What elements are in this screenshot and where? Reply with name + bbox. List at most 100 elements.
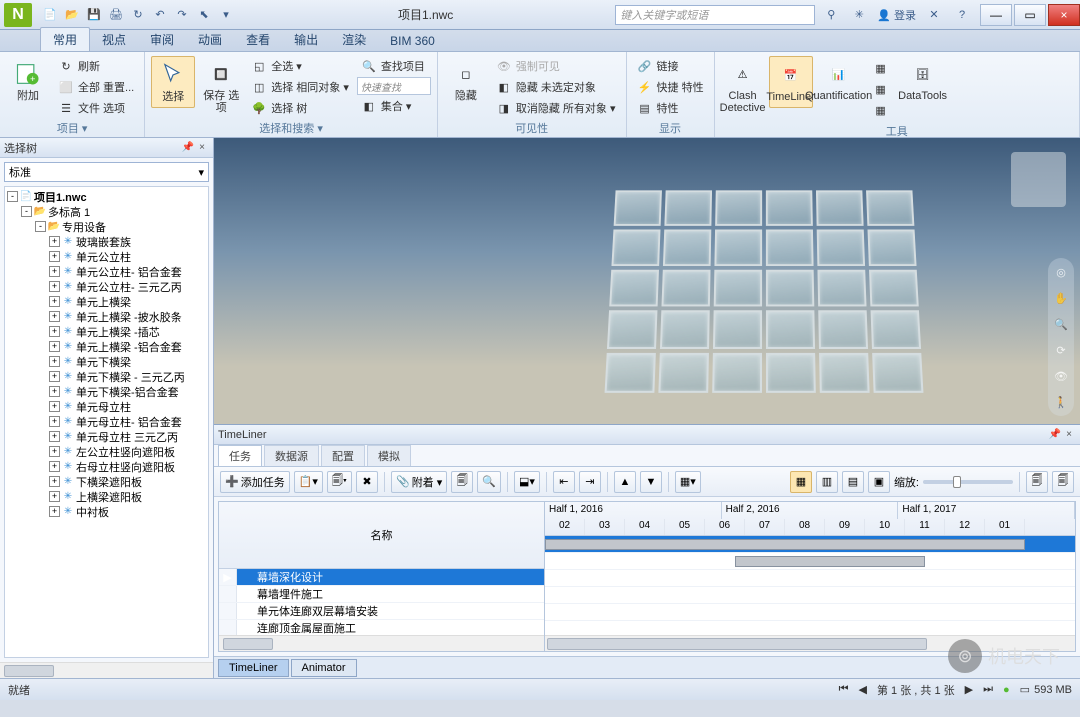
find-items-button[interactable]: 🔍查找项目 [357, 56, 431, 76]
expand-toggle[interactable]: + [49, 416, 60, 427]
ribbon-tab-5[interactable]: 输出 [282, 28, 330, 51]
row-handle[interactable] [219, 603, 237, 619]
gantt-bar[interactable] [545, 539, 1025, 550]
tree-node[interactable]: +✳玻璃嵌套族 [7, 234, 206, 249]
expand-toggle[interactable]: + [49, 356, 60, 367]
export-1[interactable]: 🗐 [1026, 471, 1048, 493]
expand-toggle[interactable]: + [49, 326, 60, 337]
zoom-slider[interactable] [923, 480, 1013, 484]
tree-node[interactable]: +✳单元上横梁 -插芯 [7, 324, 206, 339]
tree-node[interactable]: +✳单元公立柱- 三元乙丙 [7, 279, 206, 294]
qat-down-icon[interactable]: ▾ [216, 5, 236, 25]
save-select-button[interactable]: 🔲 保存 选项 [199, 56, 243, 118]
tree-node[interactable]: +✳单元母立柱- 铝合金套 [7, 414, 206, 429]
close-icon[interactable]: × [195, 141, 209, 155]
unhide-all-button[interactable]: ◨取消隐藏 所有对象 ▾ [492, 98, 620, 118]
nav-last-icon[interactable]: ⏭ [983, 683, 993, 696]
qat-select-icon[interactable]: ⬉ [194, 5, 214, 25]
zoom-icon[interactable]: 🔍 [1051, 314, 1071, 334]
ribbon-tab-3[interactable]: 动画 [186, 28, 234, 51]
walk-icon[interactable]: 🚶 [1051, 392, 1071, 412]
task-hscroll[interactable] [219, 635, 544, 651]
clash-detective-button[interactable]: ⚠Clash Detective [721, 56, 765, 118]
delete-task-button[interactable]: ✖ [356, 471, 378, 493]
tree-node[interactable]: +✳单元下横梁-铝合金套 [7, 384, 206, 399]
view-mode-1[interactable]: ▦ [790, 471, 812, 493]
tl-tab-3[interactable]: 模拟 [367, 445, 411, 466]
tl-tab-1[interactable]: 数据源 [264, 445, 319, 466]
ribbon-tab-1[interactable]: 视点 [90, 28, 138, 51]
tree-node[interactable]: +✳单元下横梁 [7, 354, 206, 369]
ribbon-tab-6[interactable]: 渲染 [330, 28, 378, 51]
expand-toggle[interactable]: + [49, 506, 60, 517]
quantification-button[interactable]: 📊Quantification [817, 56, 861, 106]
title-search-icon[interactable]: ⚲ [821, 5, 841, 25]
select-button[interactable]: 选择 [151, 56, 195, 108]
expand-toggle[interactable]: + [49, 476, 60, 487]
move-up-button[interactable]: ▲ [614, 471, 636, 493]
tree-node[interactable]: +✳单元公立柱- 铝合金套 [7, 264, 206, 279]
row-handle[interactable]: ▶ [219, 569, 237, 585]
expand-toggle[interactable]: + [49, 266, 60, 277]
hide-button[interactable]: ◻ 隐藏 [444, 56, 488, 106]
select-same-button[interactable]: ◫选择 相同对象 ▾ [247, 77, 353, 97]
tree-node[interactable]: +✳中衬板 [7, 504, 206, 519]
task-tool-2[interactable]: 🗐▾ [327, 471, 352, 493]
sets-button[interactable]: ◧集合 ▾ [357, 96, 431, 116]
close-icon[interactable]: × [1062, 428, 1076, 442]
gantt-row[interactable] [545, 570, 1075, 587]
require-vis-button[interactable]: 👁强制可见 [492, 56, 620, 76]
tree-node[interactable]: -📄项目1.nwc [7, 189, 206, 204]
tree-node[interactable]: +✳上横梁遮阳板 [7, 489, 206, 504]
nav-prev-icon[interactable]: ◀ [859, 683, 867, 696]
move-down-button[interactable]: ▼ [640, 471, 662, 493]
title-cloud-icon[interactable]: ✕ [924, 5, 944, 25]
task-row[interactable]: 幕墙埋件施工 [219, 586, 544, 603]
tool-b[interactable]: 🔍 [477, 471, 501, 493]
expand-toggle[interactable]: + [49, 386, 60, 397]
expand-toggle[interactable]: - [7, 191, 18, 202]
tl-tab-2[interactable]: 配置 [321, 445, 365, 466]
help-search-input[interactable]: 键入关键字或短语 [615, 5, 815, 25]
ribbon-tab-2[interactable]: 审阅 [138, 28, 186, 51]
select-all-button[interactable]: ◱全选 ▾ [247, 56, 353, 76]
expand-toggle[interactable]: + [49, 341, 60, 352]
gantt-row[interactable] [545, 621, 1075, 635]
ribbon-tab-7[interactable]: BIM 360 [378, 31, 447, 51]
bottom-tab-0[interactable]: TimeLiner [218, 659, 289, 677]
expand-toggle[interactable]: + [49, 236, 60, 247]
reset-all-button[interactable]: ⬜全部 重置... [54, 77, 138, 97]
qat-save-icon[interactable]: 💾 [84, 5, 104, 25]
tool-c[interactable]: ⬓▾ [514, 471, 540, 493]
indent-in-button[interactable]: ⇥ [579, 471, 601, 493]
task-tool-1[interactable]: 📋▾ [294, 471, 323, 493]
quick-find-input[interactable]: 快速查找 [357, 77, 431, 95]
qat-new-icon[interactable]: 📄 [40, 5, 60, 25]
file-options-button[interactable]: ☰文件 选项 [54, 98, 138, 118]
3d-viewport[interactable]: ◎ ✋ 🔍 ⟳ 👁 🚶 [214, 138, 1080, 424]
props-button[interactable]: ▤特性 [633, 98, 708, 118]
tree-node[interactable]: +✳单元上横梁 -披水胶条 [7, 309, 206, 324]
window-maximize-button[interactable]: ▭ [1014, 4, 1046, 26]
pin-icon[interactable]: 📌 [181, 141, 195, 155]
links-button[interactable]: 🔗链接 [633, 56, 708, 76]
task-row[interactable]: 单元体连廊双层幕墙安装 [219, 603, 544, 620]
append-button[interactable]: + 附加 [6, 56, 50, 106]
hide-unsel-button[interactable]: ◧隐藏 未选定对象 [492, 77, 620, 97]
look-icon[interactable]: 👁 [1051, 366, 1071, 386]
refresh-button[interactable]: ↻刷新 [54, 56, 138, 76]
gantt-bar[interactable] [735, 556, 925, 567]
window-close-button[interactable]: × [1048, 4, 1080, 26]
tool-misc-2[interactable]: ▦ [869, 79, 893, 99]
tree-node[interactable]: +✳单元上横梁 -铝合金套 [7, 339, 206, 354]
row-handle[interactable] [219, 586, 237, 602]
quick-props-button[interactable]: ⚡快捷 特性 [633, 77, 708, 97]
ribbon-tab-0[interactable]: 常用 [40, 27, 90, 51]
qat-open-icon[interactable]: 📂 [62, 5, 82, 25]
view-mode-2[interactable]: ▥ [816, 471, 838, 493]
expand-toggle[interactable]: + [49, 296, 60, 307]
title-comm-icon[interactable]: ✳ [849, 5, 869, 25]
row-handle[interactable] [219, 620, 237, 635]
tree-node[interactable]: +✳单元母立柱 三元乙丙 [7, 429, 206, 444]
expand-toggle[interactable]: + [49, 446, 60, 457]
